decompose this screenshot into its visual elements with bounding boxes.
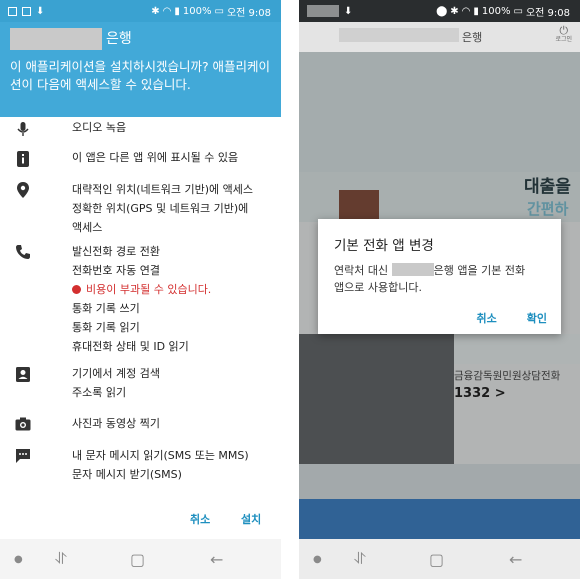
location-icon: ⬤ xyxy=(436,5,448,17)
battery-percent: 100% xyxy=(481,5,511,17)
app-title: 은행 xyxy=(462,31,483,44)
install-button[interactable]: 설치 xyxy=(241,511,261,527)
app-screen: ⬇ ⬤ ✱ ◠ ▮ 100% ▭ 오전 9:08 은행 ⏻ 로그인 대출을 간편… xyxy=(299,0,580,579)
navigation-bar: ● ⥯ ▢ ← xyxy=(299,539,580,579)
recent-apps-icon[interactable]: ⥯ xyxy=(354,549,366,569)
warning-icon xyxy=(72,285,81,294)
redacted-app-name xyxy=(339,28,459,42)
clock: 오전 9:08 xyxy=(525,7,570,19)
permission-lines: 오디오 녹음 xyxy=(72,121,127,134)
wifi-icon: ◠ xyxy=(461,5,471,17)
back-icon[interactable]: ← xyxy=(210,550,223,569)
bank-label: 은행 xyxy=(106,31,132,47)
redacted-app-name xyxy=(10,28,102,50)
home-icon[interactable]: ▢ xyxy=(429,550,444,569)
phone-icon xyxy=(14,243,32,261)
status-bar-right: ⬇ ⬤ ✱ ◠ ▮ 100% ▭ 오전 9:08 xyxy=(299,0,580,22)
status-bar: ⬇ ✱ ◠ ▮ 100% ▭ 오전 9:08 xyxy=(0,0,281,22)
dialog-cancel-button[interactable]: 취소 xyxy=(477,310,497,326)
contacts-icon xyxy=(14,365,32,383)
install-screen: ⬇ ✱ ◠ ▮ 100% ▭ 오전 9:08 은행 이 애플리케이션을 설치하시… xyxy=(0,0,281,579)
recent-apps-icon[interactable]: ⥯ xyxy=(55,549,67,569)
signal-icon: ▮ xyxy=(473,5,479,17)
location-pin-icon xyxy=(14,181,32,199)
redacted-bank-name xyxy=(391,263,434,276)
install-question: 이 애플리케이션을 설치하시겠습니까? 애플리케이션이 다음에 액세스할 수 있… xyxy=(10,59,271,92)
battery-icon: ▭ xyxy=(513,5,523,17)
default-phone-app-dialog: 기본 전화 앱 변경 연락처 대신 은행 앱을 기본 전화 앱으로 사용합니다.… xyxy=(318,219,561,334)
message-icon xyxy=(14,447,32,465)
bluetooth-icon: ✱ xyxy=(151,5,160,17)
dialog-confirm-button[interactable]: 확인 xyxy=(527,310,547,326)
bluetooth-icon: ✱ xyxy=(450,5,459,17)
download-icon: ⬇ xyxy=(36,5,45,17)
home-icon[interactable]: ▢ xyxy=(130,550,145,569)
navigation-bar: ● ⥯ ▢ ← xyxy=(0,539,281,579)
image-icon xyxy=(22,6,31,16)
cancel-button[interactable]: 취소 xyxy=(190,511,210,527)
microphone-icon xyxy=(14,120,32,138)
battery-icon: ▭ xyxy=(214,5,224,17)
battery-percent: 100% xyxy=(182,5,212,17)
wifi-icon: ◠ xyxy=(162,5,172,17)
clock: 오전 9:08 xyxy=(226,7,271,19)
cost-warning: 비용이 부과될 수 있습니다. xyxy=(72,280,275,299)
dot-icon[interactable]: ● xyxy=(14,554,23,565)
download-icon: ⬇ xyxy=(344,5,353,17)
camera-icon xyxy=(14,415,32,433)
login-button[interactable]: ⏻ 로그인 xyxy=(555,24,572,44)
power-icon: ⏻ xyxy=(559,24,569,37)
back-icon[interactable]: ← xyxy=(509,550,522,569)
dialog-title: 기본 전화 앱 변경 xyxy=(334,238,434,254)
signal-icon: ▮ xyxy=(174,5,180,17)
app-header: 은행 ⏻ 로그인 xyxy=(299,22,580,52)
install-header: 은행 이 애플리케이션을 설치하시겠습니까? 애플리케이션이 다음에 액세스할 … xyxy=(0,22,281,117)
info-icon xyxy=(14,150,32,168)
notification-icon xyxy=(8,6,17,16)
dot-icon[interactable]: ● xyxy=(313,554,322,565)
dialog-body: 연락처 대신 은행 앱을 기본 전화 앱으로 사용합니다. xyxy=(334,263,526,294)
redacted-status xyxy=(307,5,339,17)
